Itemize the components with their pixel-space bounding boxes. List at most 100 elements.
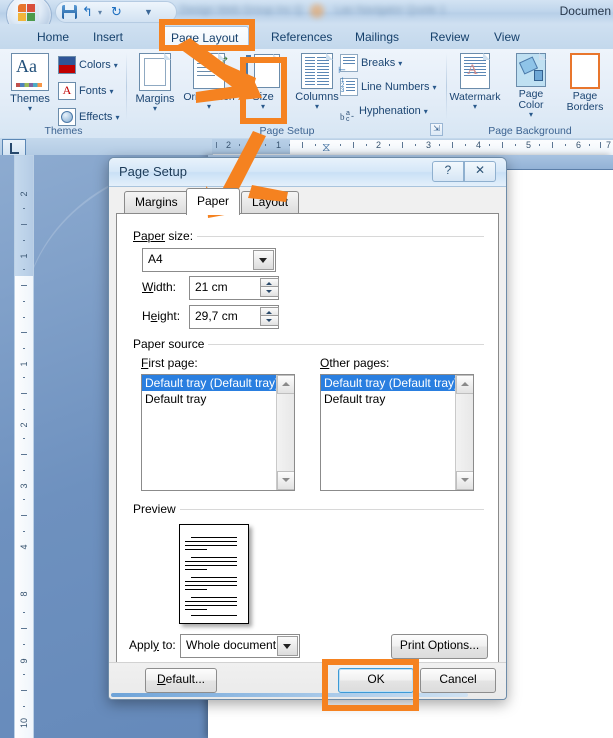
themes-button[interactable]: Aa Themes ▾ [4,53,56,113]
dialog-tab-layout[interactable]: Layout [241,191,300,214]
ruler-tick: 6 [576,140,582,150]
list-item[interactable]: Default tray [142,391,294,407]
vertical-ruler-lower[interactable]: 8 9 10 [14,560,34,738]
tab-review[interactable]: Review [420,26,479,49]
close-button[interactable]: ✕ [464,161,496,182]
tab-home[interactable]: Home [27,26,79,49]
breaks-caret-icon[interactable]: ▾ [398,59,402,68]
height-spinner[interactable]: 29,7 cm [189,305,279,329]
orientation-icon: ↱ [193,53,229,89]
apply-to-combo[interactable]: Whole document [180,634,300,658]
hyphenation-icon: b a c - [340,110,354,124]
other-pages-listbox[interactable]: Default tray (Default tray) Default tray [320,374,474,491]
list-item[interactable]: Default tray [321,391,473,407]
width-value: 21 cm [195,280,228,294]
spinner-buttons[interactable] [260,307,279,326]
margins-button[interactable]: Margins ▾ [129,53,181,113]
fonts-caret-icon[interactable]: ▾ [110,87,114,96]
undo-icon[interactable]: ↰ [82,5,97,19]
redo-icon[interactable]: ↻ [111,5,126,19]
orientation-caret-icon[interactable]: ▾ [183,103,235,111]
theme-colors-button[interactable]: Colors ▾ [58,55,118,75]
columns-button[interactable]: Columns ▾ [291,53,343,111]
hyphenation-button[interactable]: b a c - Hyphenation ▾ [340,101,428,124]
page-color-icon [516,53,546,87]
chevron-down-icon[interactable] [253,250,274,270]
page-borders-button[interactable]: Page Borders [559,53,611,113]
paper-size-combo[interactable]: A4 [142,248,276,272]
page-color-button[interactable]: Page Color ▾ [505,53,557,119]
cancel-button[interactable]: Cancel [420,668,496,693]
page-preview [179,524,249,624]
list-item[interactable]: Default tray (Default tray) [142,375,294,391]
tab-view[interactable]: View [484,26,530,49]
dialog-tab-paper[interactable]: Paper [186,188,241,215]
watermark-caret-icon[interactable]: ▾ [449,103,501,111]
page-setup-dialog-launcher[interactable]: ⇲ [430,123,443,136]
horizontal-ruler[interactable]: 2 1 ⧖ 2 3 4 5 6 7 [0,138,613,156]
line-numbers-caret-icon[interactable]: ▾ [432,83,436,92]
ruler-tick: 2 [226,140,232,150]
breaks-button[interactable]: ⊢ Breaks ▾ [338,53,402,75]
vruler-tick: 2 [19,422,29,428]
page-borders-icon [570,53,600,89]
vruler-tick: 8 [19,591,29,597]
page-color-caret-icon[interactable]: ▾ [505,111,557,119]
help-button[interactable]: ? [432,161,464,182]
hyphenation-caret-icon[interactable]: ▾ [424,107,428,116]
page-setup-dialog: Page Setup ? ✕ Margins Paper Layout Pape… [108,157,507,700]
margins-icon [139,53,171,91]
customize-qat-icon[interactable]: ▼ [144,7,159,21]
dialog-title: Page Setup [119,164,187,179]
page-borders-label: Page Borders [566,90,604,113]
theme-fonts-button[interactable]: A Fonts ▾ [58,81,114,101]
print-options-button[interactable]: Print Options... [391,634,488,659]
vruler-tick: 1 [19,253,29,259]
watermark-button[interactable]: A Watermark ▾ [449,53,501,111]
vruler-tick: 9 [19,658,29,664]
indent-marker-icon[interactable]: ⧖ [322,140,330,155]
theme-effects-icon [58,108,76,127]
save-icon[interactable] [62,5,77,19]
scroll-up-icon[interactable] [277,375,294,394]
theme-effects-button[interactable]: Effects ▾ [58,107,119,127]
tab-mailings[interactable]: Mailings [345,26,409,49]
themes-caret-icon[interactable]: ▾ [4,105,56,113]
ribbon-group-page-setup: Margins ▾ ↱ Orientation ▾ Size ▾ Columns… [127,49,447,138]
scroll-down-icon[interactable] [277,471,294,490]
dialog-tab-margins[interactable]: Margins [124,191,189,214]
scroll-down-icon[interactable] [456,471,473,490]
columns-icon [301,53,333,89]
office-button[interactable] [6,0,52,24]
line-numbers-button[interactable]: 123 Line Numbers ▾ [340,77,437,97]
spinner-buttons[interactable] [260,278,279,297]
columns-caret-icon[interactable]: ▾ [291,103,343,111]
scrollbar[interactable] [455,375,473,490]
ruler-tick: 1 [276,140,282,150]
paper-tab-panel: Paper size: A4 Width: 21 cm Height: 29,7… [116,213,499,665]
scroll-up-icon[interactable] [456,375,473,394]
orientation-button[interactable]: ↱ Orientation ▾ [183,53,235,111]
vruler-tick: 1 [19,361,29,367]
chevron-down-icon[interactable] [277,636,298,656]
spinner-down-icon[interactable] [260,286,279,297]
ruler-tick: 4 [476,140,482,150]
first-page-listbox[interactable]: Default tray (Default tray) Default tray [141,374,295,491]
default-button[interactable]: Default... [145,668,217,693]
group-label-themes: Themes [44,125,83,137]
width-spinner[interactable]: 21 cm [189,276,279,300]
colors-caret-icon[interactable]: ▾ [114,61,118,70]
apply-to-value: Whole document [186,638,277,652]
group-label-page-setup: Page Setup [259,125,315,137]
effects-caret-icon[interactable]: ▾ [115,113,119,122]
scrollbar[interactable] [276,375,294,490]
margins-caret-icon[interactable]: ▾ [129,105,181,113]
office-logo-icon [18,4,39,24]
apply-to-label: Apply to: [129,638,176,652]
ribbon-group-page-background: A Watermark ▾ Page Color ▾ Page Borders … [447,49,613,138]
dialog-body: Margins Paper Layout Paper size: A4 Widt… [116,188,499,665]
tab-insert[interactable]: Insert [83,26,133,49]
tab-references[interactable]: References [261,26,342,49]
spinner-down-icon[interactable] [260,315,279,326]
list-item[interactable]: Default tray (Default tray) [321,375,473,391]
